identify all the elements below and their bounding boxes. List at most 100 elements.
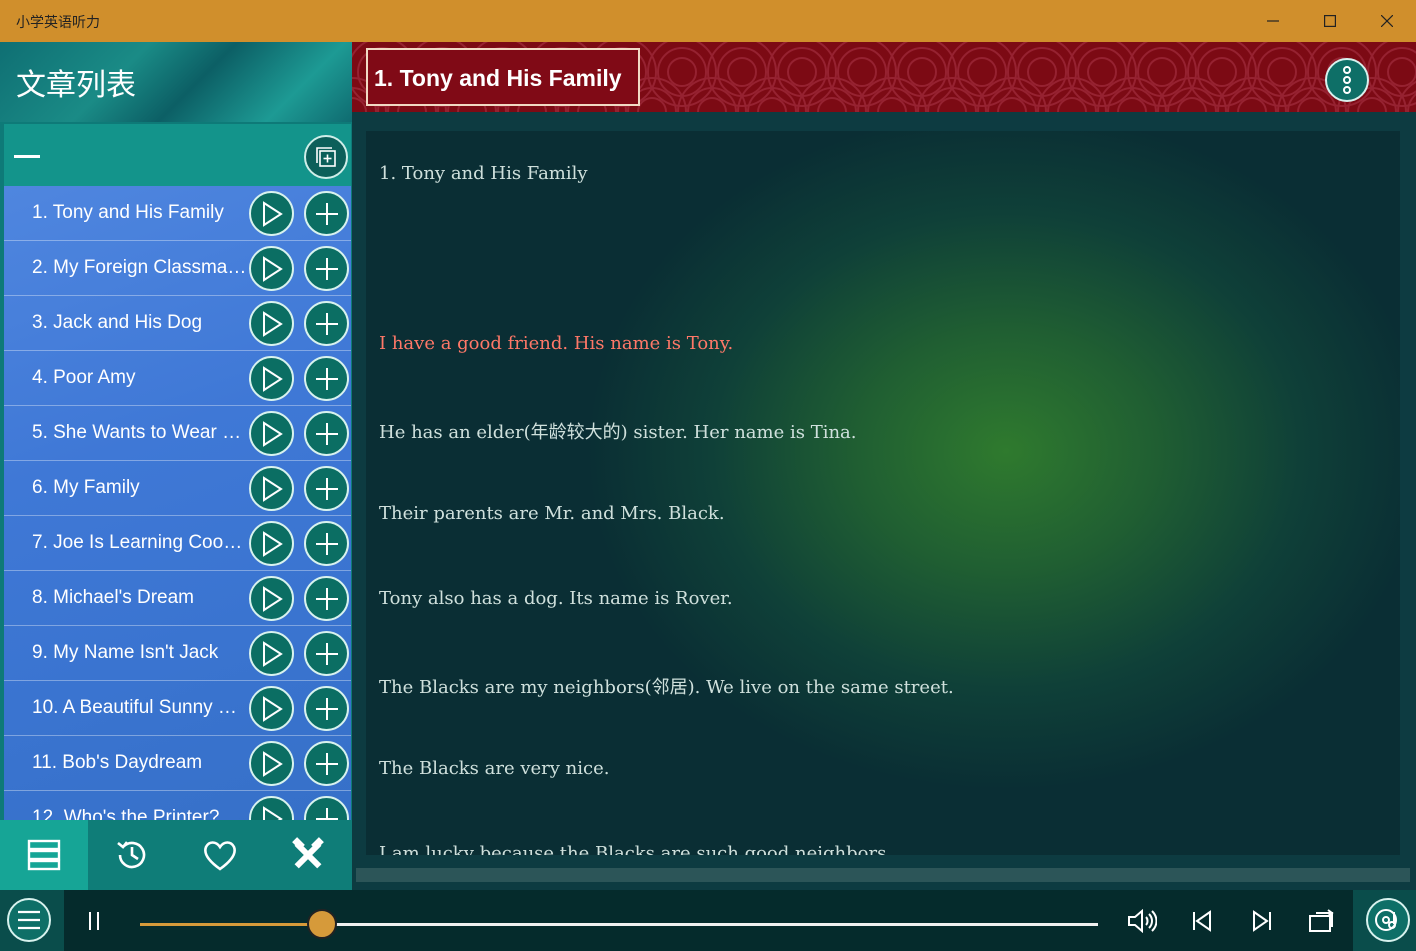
play-article-button[interactable] xyxy=(249,191,294,236)
article-header: 1. Tony and His Family xyxy=(352,42,1416,112)
progress-thumb[interactable] xyxy=(307,909,337,939)
article-list-item[interactable]: 7. Joe Is Learning Cooking xyxy=(4,516,351,571)
article-heading-line[interactable]: 1. Tony and His Family xyxy=(379,163,588,184)
minus-icon[interactable] xyxy=(14,155,40,158)
pause-icon xyxy=(89,912,99,930)
add-article-button[interactable] xyxy=(304,576,349,621)
tools-icon xyxy=(292,837,324,869)
next-button[interactable] xyxy=(1246,905,1278,937)
article-item-label: 12. Who's the Printer? xyxy=(32,807,220,820)
nav-list-button[interactable] xyxy=(0,820,88,890)
music-disc-icon xyxy=(1375,909,1397,931)
article-item-label: 5. She Wants to Wear a Dress xyxy=(32,422,250,443)
maximize-button[interactable] xyxy=(1301,0,1358,42)
play-icon xyxy=(262,255,283,282)
favorite-heart-icon xyxy=(204,841,236,871)
skip-previous-icon xyxy=(1193,910,1211,932)
plus-icon xyxy=(315,202,338,225)
article-sentence[interactable]: He has an elder(年龄较大的) sister. Her name … xyxy=(379,418,857,444)
minimize-button[interactable] xyxy=(1244,0,1301,42)
add-article-button[interactable] xyxy=(304,521,349,566)
article-list-item[interactable]: 10. A Beautiful Sunny Day xyxy=(4,681,351,736)
pause-button[interactable] xyxy=(78,905,110,937)
close-icon xyxy=(1380,15,1393,27)
article-sentence[interactable]: I have a good friend. His name is Tony. xyxy=(379,333,733,354)
add-article-button[interactable] xyxy=(304,301,349,346)
more-menu-button[interactable] xyxy=(1325,58,1369,102)
article-item-label: 6. My Family xyxy=(32,477,140,498)
close-button[interactable] xyxy=(1358,0,1415,42)
article-list-item[interactable]: 2. My Foreign Classmates xyxy=(4,241,351,296)
article-list-item[interactable]: 8. Michael's Dream xyxy=(4,571,351,626)
article-list-item[interactable]: 11. Bob's Daydream xyxy=(4,736,351,791)
play-article-button[interactable] xyxy=(249,356,294,401)
article-list-item[interactable]: 3. Jack and His Dog xyxy=(4,296,351,351)
add-to-playlist-icon xyxy=(316,147,336,167)
player-menu-button[interactable] xyxy=(7,898,51,942)
play-icon xyxy=(262,750,283,777)
article-sentence[interactable]: Tony also has a dog. Its name is Rover. xyxy=(379,588,733,609)
player-bar xyxy=(0,890,1416,951)
article-list-item[interactable]: 5. She Wants to Wear a Dress xyxy=(4,406,351,461)
skip-next-icon xyxy=(1253,910,1271,932)
play-icon xyxy=(262,310,283,337)
add-article-button[interactable] xyxy=(304,631,349,676)
plus-icon xyxy=(315,477,338,500)
article-sentence[interactable]: The Blacks are very nice. xyxy=(379,758,609,779)
play-icon xyxy=(262,365,283,392)
nav-favorite-button[interactable] xyxy=(176,820,264,890)
add-article-button[interactable] xyxy=(304,686,349,731)
plus-icon xyxy=(315,587,338,610)
play-article-button[interactable] xyxy=(249,246,294,291)
article-sentence[interactable]: Their parents are Mr. and Mrs. Black. xyxy=(379,503,725,524)
add-article-button[interactable] xyxy=(304,356,349,401)
play-icon xyxy=(262,200,283,227)
play-article-button[interactable] xyxy=(249,741,294,786)
play-article-button[interactable] xyxy=(249,301,294,346)
add-article-button[interactable] xyxy=(304,466,349,511)
music-library-button[interactable] xyxy=(1366,898,1410,942)
play-article-button[interactable] xyxy=(249,521,294,566)
article-item-label: 10. A Beautiful Sunny Day xyxy=(32,697,250,718)
play-article-button[interactable] xyxy=(249,631,294,676)
article-item-label: 11. Bob's Daydream xyxy=(32,752,203,773)
horizontal-scrollbar[interactable] xyxy=(356,868,1410,882)
add-article-button[interactable] xyxy=(304,191,349,236)
play-article-button[interactable] xyxy=(249,466,294,511)
plus-icon xyxy=(315,807,338,820)
article-list-item[interactable]: 12. Who's the Printer? xyxy=(4,791,351,820)
add-all-button[interactable] xyxy=(304,135,348,179)
article-list-item[interactable]: 9. My Name Isn't Jack xyxy=(4,626,351,681)
article-list-item[interactable]: 6. My Family xyxy=(4,461,351,516)
play-article-button[interactable] xyxy=(249,796,294,820)
article-title: 1. Tony and His Family xyxy=(374,65,622,91)
nav-tools-button[interactable] xyxy=(264,820,352,890)
play-icon xyxy=(262,475,283,502)
article-list: 1. Tony and His Family 2. My Foreign Clas… xyxy=(4,186,351,820)
title-frame: 1. Tony and His Family xyxy=(366,48,640,106)
title-bar: 小学英语听力 xyxy=(0,0,1416,42)
player-controls-area xyxy=(64,890,1353,951)
add-article-button[interactable] xyxy=(304,796,349,820)
add-article-button[interactable] xyxy=(304,741,349,786)
play-article-button[interactable] xyxy=(249,686,294,731)
article-list-item[interactable]: 4. Poor Amy xyxy=(4,351,351,406)
article-list-panel: 文章列表 1. Tony and His Family 2. My Foreign… xyxy=(0,42,352,890)
previous-button[interactable] xyxy=(1186,905,1218,937)
add-article-button[interactable] xyxy=(304,246,349,291)
article-text[interactable]: 1. Tony and His Family I have a good frie… xyxy=(366,131,1400,855)
play-icon xyxy=(262,585,283,612)
play-icon xyxy=(262,805,283,820)
list-toolbar xyxy=(4,124,351,186)
hamburger-icon xyxy=(18,910,40,930)
nav-history-button[interactable] xyxy=(88,820,176,890)
volume-button[interactable] xyxy=(1126,905,1158,937)
play-article-button[interactable] xyxy=(249,576,294,621)
article-list-item[interactable]: 1. Tony and His Family xyxy=(4,186,351,241)
play-article-button[interactable] xyxy=(249,411,294,456)
article-sentence[interactable]: I am lucky because the Blacks are such g… xyxy=(379,843,892,855)
repeat-button[interactable] xyxy=(1306,905,1338,937)
article-item-label: 3. Jack and His Dog xyxy=(32,312,203,333)
article-sentence[interactable]: The Blacks are my neighbors(邻居). We live… xyxy=(379,673,954,699)
add-article-button[interactable] xyxy=(304,411,349,456)
